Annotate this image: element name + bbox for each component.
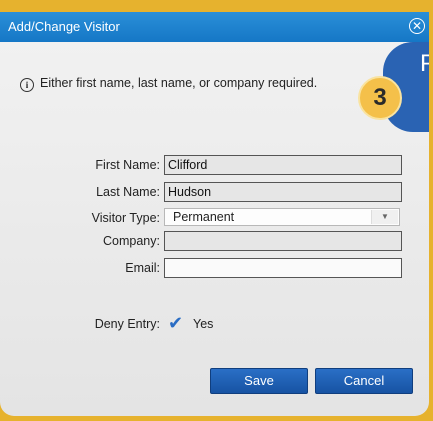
last-name-label: Last Name: <box>96 185 160 199</box>
email-field[interactable] <box>164 258 402 278</box>
email-label: Email: <box>125 261 160 275</box>
cancel-button[interactable]: Cancel <box>315 368 413 394</box>
email-row: Email: <box>0 258 429 280</box>
step-panel-letter: P <box>420 50 429 77</box>
first-name-field[interactable]: Clifford <box>164 155 402 175</box>
visitor-type-select[interactable]: Permanent ▼ <box>164 208 400 226</box>
info-text: Either first name, last name, or company… <box>40 76 318 90</box>
first-name-label: First Name: <box>95 158 160 172</box>
dialog-title: Add/Change Visitor <box>8 19 120 34</box>
last-name-row: Last Name: Hudson <box>0 182 429 204</box>
visitor-type-row: Visitor Type: Permanent ▼ <box>0 208 429 230</box>
info-message: i Either first name, last name, or compan… <box>20 76 317 92</box>
chevron-down-icon[interactable]: ▼ <box>371 210 398 224</box>
first-name-row: First Name: Clifford <box>0 155 429 177</box>
step-number-badge: 3 <box>358 76 402 120</box>
company-label: Company: <box>103 234 160 248</box>
company-field[interactable] <box>164 231 402 251</box>
deny-entry-label: Deny Entry: <box>94 317 160 331</box>
add-change-visitor-dialog: Add/Change Visitor ✕ P 3 i Either first n… <box>0 12 429 416</box>
visitor-type-value: Permanent <box>173 210 235 224</box>
company-row: Company: <box>0 231 429 253</box>
dialog-titlebar: Add/Change Visitor ✕ <box>0 12 429 42</box>
info-icon: i <box>20 78 34 92</box>
save-button[interactable]: Save <box>210 368 308 394</box>
deny-entry-row: Deny Entry: ✔ Yes <box>0 314 429 336</box>
last-name-field[interactable]: Hudson <box>164 182 402 202</box>
deny-entry-checkbox[interactable]: ✔ <box>168 314 186 332</box>
visitor-type-label: Visitor Type: <box>91 211 160 225</box>
deny-entry-yes-label: Yes <box>193 317 214 331</box>
close-icon[interactable]: ✕ <box>409 18 425 34</box>
